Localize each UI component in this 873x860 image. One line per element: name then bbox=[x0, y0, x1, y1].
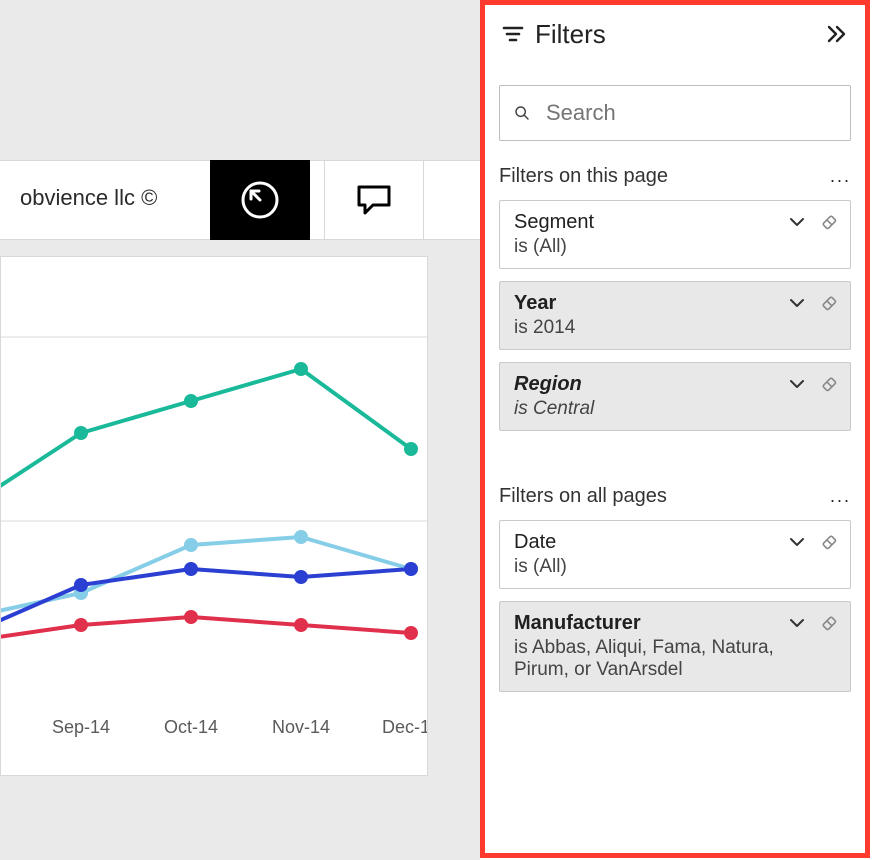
svg-text:Oct-14: Oct-14 bbox=[164, 717, 218, 737]
filter-card-value: is Central bbox=[514, 398, 802, 420]
filters-title: Filters bbox=[535, 19, 825, 50]
chevron-down-icon[interactable] bbox=[788, 533, 806, 556]
erase-icon[interactable] bbox=[820, 533, 838, 551]
filters-section-title: Filters on this page bbox=[499, 165, 830, 188]
chevron-down-icon[interactable] bbox=[788, 294, 806, 317]
filters-collapse-button[interactable] bbox=[825, 22, 849, 46]
filter-card-name: Year bbox=[514, 292, 802, 315]
filter-card[interactable]: Manufactureris Abbas, Aliqui, Fama, Natu… bbox=[499, 601, 851, 692]
filter-icon bbox=[501, 22, 525, 46]
filters-section-head: Filters on all pages... bbox=[485, 485, 865, 508]
chevron-down-icon[interactable] bbox=[788, 614, 806, 637]
chevron-down-icon[interactable] bbox=[788, 213, 806, 236]
filter-card[interactable]: Yearis 2014 bbox=[499, 281, 851, 350]
svg-text:Sep-14: Sep-14 bbox=[52, 717, 110, 737]
filters-section-more[interactable]: ... bbox=[830, 486, 851, 507]
filters-section-head: Filters on this page... bbox=[485, 165, 865, 188]
filter-card-name: Region bbox=[514, 373, 802, 396]
filters-header: Filters bbox=[485, 5, 865, 63]
brand-comment-button[interactable] bbox=[324, 160, 424, 240]
comment-icon bbox=[354, 180, 394, 220]
filters-section-more[interactable]: ... bbox=[830, 166, 851, 187]
line-chart: Aug-14Sep-14Oct-14Nov-14Dec-14 bbox=[0, 257, 428, 776]
filter-card-value: is (All) bbox=[514, 236, 802, 258]
filter-card-name: Manufacturer bbox=[514, 612, 802, 635]
search-icon bbox=[514, 101, 530, 125]
erase-icon[interactable] bbox=[820, 213, 838, 231]
filter-card-value: is 2014 bbox=[514, 317, 802, 339]
chevron-down-icon[interactable] bbox=[788, 375, 806, 398]
filter-card-name: Segment bbox=[514, 211, 802, 234]
canvas-top-strip bbox=[0, 0, 480, 160]
filter-card-value: is (All) bbox=[514, 556, 802, 578]
filters-search[interactable] bbox=[499, 85, 851, 141]
filter-card[interactable]: Regionis Central bbox=[499, 362, 851, 431]
filter-card[interactable]: Dateis (All) bbox=[499, 520, 851, 589]
chart-card[interactable]: Aug-14Sep-14Oct-14Nov-14Dec-14 bbox=[0, 256, 428, 776]
filter-card-name: Date bbox=[514, 531, 802, 554]
filter-card-value: is Abbas, Aliqui, Fama, Natura, Pirum, o… bbox=[514, 637, 802, 681]
erase-icon[interactable] bbox=[820, 614, 838, 632]
filter-card[interactable]: Segmentis (All) bbox=[499, 200, 851, 269]
collapse-icon bbox=[825, 22, 849, 46]
arrow-icon bbox=[238, 178, 282, 222]
filters-search-input[interactable] bbox=[544, 99, 836, 127]
svg-text:Dec-14: Dec-14 bbox=[382, 717, 428, 737]
brand-label: obvience llc © bbox=[20, 185, 157, 211]
erase-icon[interactable] bbox=[820, 375, 838, 393]
filters-section-title: Filters on all pages bbox=[499, 485, 830, 508]
filters-panel: Filters Filters on this page...Segmentis… bbox=[485, 5, 865, 853]
brand-arrow-button[interactable] bbox=[210, 160, 310, 240]
svg-text:Nov-14: Nov-14 bbox=[272, 717, 330, 737]
erase-icon[interactable] bbox=[820, 294, 838, 312]
